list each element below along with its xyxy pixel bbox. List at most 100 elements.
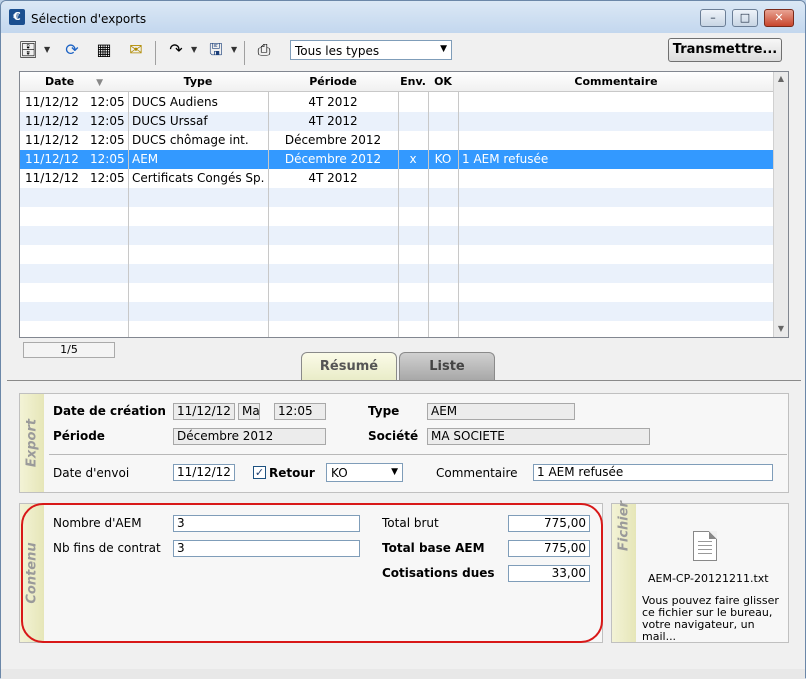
cell-time: 12:05: [90, 171, 125, 185]
column-header-periode[interactable]: Période: [268, 72, 398, 92]
total-base-field: 775,00: [508, 540, 590, 557]
column-divider: [128, 92, 129, 337]
calculator-icon[interactable]: ▦: [91, 37, 117, 63]
empty-table-row[interactable]: [20, 283, 774, 302]
maximize-button[interactable]: □: [732, 9, 758, 27]
table-row[interactable]: 11/12/12 12:05 DUCS chômage int. Décembre 2…: [20, 131, 774, 150]
periode-label: Période: [53, 429, 105, 443]
contenu-section-sidebar: Contenu: [20, 504, 44, 642]
cotisations-label: Cotisations dues: [382, 566, 495, 580]
tab-liste[interactable]: Liste: [399, 352, 495, 380]
table-row[interactable]: 11/12/12 12:05 AEM Décembre 2012 x KO 1 AEM re…: [20, 150, 774, 169]
export-section-sidebar: Export: [20, 394, 44, 492]
record-counter: 1/5: [23, 342, 115, 358]
printer-icon[interactable]: ⎙: [251, 37, 277, 63]
close-button[interactable]: ✕: [764, 9, 794, 27]
cell-type: Certificats Congés Sp.: [132, 171, 265, 185]
file-name[interactable]: AEM-CP-20121211.txt: [648, 573, 769, 585]
empty-table-row[interactable]: [20, 207, 774, 226]
chevron-down-icon[interactable]: ▼: [191, 45, 197, 54]
scroll-up-icon[interactable]: ▲: [774, 72, 788, 86]
column-header-commentaire[interactable]: Commentaire: [458, 72, 774, 92]
cell-env: [398, 112, 428, 131]
toolbar-separator: [244, 41, 245, 65]
toolbar-separator: [155, 41, 156, 65]
scroll-down-icon[interactable]: ▼: [774, 322, 788, 336]
cell-time: 12:05: [90, 114, 125, 128]
table-row[interactable]: 11/12/12 12:05 DUCS Urssaf 4T 2012: [20, 112, 774, 131]
date-creation-label: Date de création: [53, 404, 166, 418]
table-row[interactable]: 11/12/12 12:05 Certificats Congés Sp. 4T 20…: [20, 169, 774, 188]
cell-commentaire: 1 AEM refusée: [462, 152, 549, 166]
nombre-aem-label: Nombre d'AEM: [53, 516, 142, 530]
cell-date: 11/12/12: [25, 95, 79, 109]
cell-env: [398, 93, 428, 112]
fichier-section-sidebar: Fichier: [612, 501, 636, 642]
time-field: 12:05: [274, 403, 326, 420]
date-envoi-label: Date d'envoi: [53, 466, 130, 480]
toolbar: 🗄 ▼ ⟳ ▦ ✉ ↷ ▼ 🖫 ▼ ⎙ Tous les types ▼ Tra…: [1, 33, 805, 69]
cell-periode: 4T 2012: [308, 171, 358, 185]
table-row[interactable]: 11/12/12 12:05 DUCS Audiens 4T 2012: [20, 93, 774, 112]
retour-checkbox[interactable]: ✓: [253, 466, 266, 479]
column-header-env[interactable]: Env.: [398, 72, 428, 92]
nb-fins-field: 3: [173, 540, 360, 557]
column-header-ok[interactable]: OK: [428, 72, 458, 92]
societe-label: Société: [368, 429, 419, 443]
type-label: Type: [368, 404, 400, 418]
chevron-down-icon[interactable]: ▼: [231, 45, 237, 54]
export-monitor-icon[interactable]: 🖫: [203, 37, 229, 63]
cell-date: 11/12/12: [25, 171, 79, 185]
cell-ok: [428, 131, 458, 150]
new-export-icon[interactable]: 🗄: [15, 37, 41, 63]
cell-time: 12:05: [90, 133, 125, 147]
empty-table-row[interactable]: [20, 302, 774, 321]
app-euro-icon: €: [9, 9, 25, 25]
tab-divider: [7, 380, 801, 381]
empty-table-row[interactable]: [20, 245, 774, 264]
date-creation-field: 11/12/12: [173, 403, 235, 420]
chevron-down-icon: ▼: [391, 467, 398, 477]
empty-table-row[interactable]: [20, 226, 774, 245]
chevron-down-icon[interactable]: ▼: [44, 45, 50, 54]
transfer-icon[interactable]: ↷: [163, 37, 189, 63]
retour-label: Retour: [269, 466, 315, 480]
column-divider: [268, 92, 269, 337]
retour-select[interactable]: KO ▼: [326, 463, 403, 482]
refresh-icon[interactable]: ⟳: [59, 37, 85, 63]
empty-table-row[interactable]: [20, 321, 774, 337]
day-field: Ma: [238, 403, 260, 420]
column-divider: [428, 92, 429, 337]
column-divider: [458, 92, 459, 337]
minimize-button[interactable]: –: [700, 9, 726, 27]
type-filter-value: Tous les types: [295, 44, 380, 58]
transmit-button[interactable]: Transmettre...: [668, 38, 782, 62]
type-filter-select[interactable]: Tous les types ▼: [290, 40, 452, 60]
cell-time: 12:05: [90, 152, 125, 166]
cell-date: 11/12/12: [25, 133, 79, 147]
column-header-date[interactable]: Date ▼: [20, 72, 128, 92]
exports-table: Date ▼ Type Période Env. OK Commentaire …: [19, 71, 789, 338]
empty-table-row[interactable]: [20, 188, 774, 207]
commentaire-label: Commentaire: [436, 466, 518, 480]
cell-ok: [428, 93, 458, 112]
vertical-scrollbar[interactable]: ▲ ▼: [773, 72, 788, 337]
cell-type: AEM: [132, 152, 159, 166]
cell-ok: [428, 169, 458, 188]
cotisations-field: 33,00: [508, 565, 590, 582]
cell-env: [398, 169, 428, 188]
nb-fins-label: Nb fins de contrat: [53, 541, 161, 555]
tab-resume[interactable]: Résumé: [301, 352, 397, 380]
text-file-icon[interactable]: [693, 531, 717, 561]
cell-type: DUCS Audiens: [132, 95, 218, 109]
contenu-section-title: Contenu: [24, 542, 40, 604]
empty-table-row[interactable]: [20, 264, 774, 283]
commentaire-field[interactable]: 1 AEM refusée: [533, 464, 773, 481]
column-header-type[interactable]: Type: [128, 72, 268, 92]
mail-m-icon[interactable]: ✉: [123, 37, 149, 63]
cell-periode: 4T 2012: [308, 114, 358, 128]
file-hint-line-4: mail...: [642, 630, 677, 643]
cell-date: 11/12/12: [25, 114, 79, 128]
date-envoi-field[interactable]: 11/12/12: [173, 464, 235, 481]
cell-periode: 4T 2012: [308, 95, 358, 109]
